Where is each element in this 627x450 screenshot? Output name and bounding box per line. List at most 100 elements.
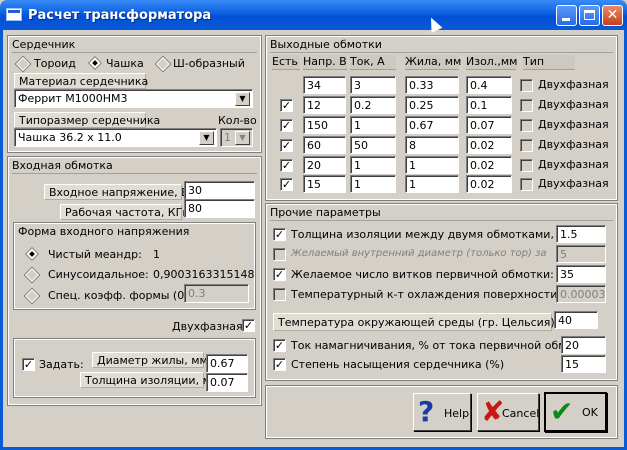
- row-4-checkbox[interactable]: ✓: [280, 139, 293, 152]
- twophase-checkbox[interactable]: ✓: [242, 319, 255, 332]
- wf-sine-value: 0,9003163315148: [153, 268, 255, 281]
- cancel-button[interactable]: ✘ Cancel: [477, 393, 539, 431]
- inner-diam-input[interactable]: 5: [556, 245, 606, 263]
- chevron-down-icon[interactable]: ▼: [199, 131, 214, 145]
- row-2-current[interactable]: 0.2: [350, 96, 396, 114]
- insul-between-checkbox[interactable]: ✓: [273, 228, 286, 241]
- row-1-wire[interactable]: 0.33: [405, 76, 459, 94]
- material-select[interactable]: Феррит М1000НМ3 ▼: [14, 89, 253, 108]
- insul-between-input[interactable]: 1.5: [556, 225, 606, 243]
- ambient-input[interactable]: 40: [554, 311, 598, 329]
- close-button[interactable]: ✕: [602, 5, 623, 26]
- mag-current-checkbox[interactable]: ✓: [273, 339, 286, 352]
- row-1-current[interactable]: 3: [350, 76, 396, 94]
- saturation-label: Степень насыщения сердечника (%): [291, 358, 505, 371]
- row-5-wire[interactable]: 1: [405, 156, 459, 174]
- row-6-insul[interactable]: 0.02: [466, 175, 512, 193]
- size-label: Типоразмер сердечника: [14, 112, 160, 128]
- col-header-wire: Жила, мм: [405, 55, 462, 70]
- row-2-checkbox[interactable]: ✓: [280, 99, 293, 112]
- help-button[interactable]: ? Help: [413, 393, 471, 431]
- freq-input[interactable]: 80: [184, 199, 255, 218]
- row-6-wire[interactable]: 1: [405, 175, 459, 193]
- size-value: Чашка 36.2 x 11.0: [18, 131, 122, 144]
- voltage-input[interactable]: 30: [184, 181, 255, 200]
- maximize-button[interactable]: [579, 5, 600, 26]
- checkmark-icon: ✔: [550, 395, 574, 428]
- temp-coef-label: Температурный к-т охлаждения поверхности: [291, 288, 558, 301]
- row-2-voltage[interactable]: 12: [303, 96, 346, 114]
- row-3-type-checkbox[interactable]: [520, 119, 533, 132]
- cancel-button-label: Cancel: [502, 407, 540, 420]
- count-label: Кол-во: [218, 114, 257, 127]
- insul-label: Толщина изоляции, мм: [80, 372, 219, 388]
- chevron-down-icon[interactable]: ▼: [235, 131, 250, 145]
- row-5-current[interactable]: 1: [350, 156, 396, 174]
- wire-input[interactable]: 0.67: [206, 354, 248, 373]
- row-3-type-label: Двухфазная: [538, 118, 609, 131]
- row-3-insul[interactable]: 0.07: [466, 116, 512, 134]
- minimize-button[interactable]: [556, 5, 577, 26]
- saturation-input[interactable]: 15: [561, 355, 606, 373]
- turns-input[interactable]: 35: [556, 265, 606, 283]
- mag-current-label: Ток намагничивания, % от тока первичной …: [291, 339, 594, 352]
- voltage-label: Входное напряжение, В: [44, 184, 189, 200]
- inner-diam-checkbox[interactable]: [273, 248, 286, 261]
- col-header-current: Ток, А: [350, 55, 396, 70]
- row-4-type-checkbox[interactable]: [520, 139, 533, 152]
- col-header-voltage: Напр. В: [303, 55, 347, 70]
- row-6-type-checkbox[interactable]: [520, 178, 533, 191]
- row-1-voltage[interactable]: 34: [303, 76, 346, 94]
- radio-toroid-label: Тороид: [34, 57, 76, 70]
- turns-checkbox[interactable]: ✓: [273, 268, 286, 281]
- temp-coef-checkbox[interactable]: [273, 288, 286, 301]
- row-5-insul[interactable]: 0.02: [466, 156, 512, 174]
- row-4-insul[interactable]: 0.02: [466, 136, 512, 154]
- mag-current-input[interactable]: 20: [561, 336, 606, 354]
- output-panel-title: Выходные обмотки: [270, 38, 613, 53]
- set-label: Задать:: [39, 358, 84, 371]
- wf-square-value: 1: [153, 248, 160, 261]
- row-6-current[interactable]: 1: [350, 175, 396, 193]
- count-select[interactable]: 1 ▼: [220, 128, 253, 147]
- insul-input[interactable]: 0.07: [206, 373, 248, 392]
- col-header-insul: Изол.,мм: [466, 55, 518, 70]
- twophase-label: Двухфазная: [172, 320, 243, 333]
- help-button-label: Help: [444, 407, 470, 420]
- row-1-type-label: Двухфазная: [538, 78, 609, 91]
- row-2-wire[interactable]: 0.25: [405, 96, 459, 114]
- count-value: 1: [224, 131, 231, 144]
- row-3-voltage[interactable]: 150: [303, 116, 346, 134]
- ok-button[interactable]: ✔ OK: [544, 392, 607, 432]
- row-1-insul[interactable]: 0.4: [466, 76, 512, 94]
- wf-spec-input[interactable]: 0.3: [184, 284, 249, 303]
- row-5-type-checkbox[interactable]: [520, 159, 533, 172]
- chevron-down-icon[interactable]: ▼: [235, 92, 250, 106]
- other-panel-title: Прочие параметры: [270, 206, 613, 221]
- row-4-wire[interactable]: 8: [405, 136, 459, 154]
- row-4-current[interactable]: 50: [350, 136, 396, 154]
- row-3-wire[interactable]: 0.67: [405, 116, 459, 134]
- set-checkbox[interactable]: ✓: [22, 358, 35, 371]
- waveform-label: Форма входного напряжения: [18, 225, 190, 238]
- row-6-voltage[interactable]: 15: [303, 175, 346, 193]
- cancel-x-icon: ✘: [481, 395, 505, 428]
- row-2-insul[interactable]: 0.1: [466, 96, 512, 114]
- row-3-current[interactable]: 1: [350, 116, 396, 134]
- material-label: Материал сердечника: [14, 73, 148, 89]
- size-select[interactable]: Чашка 36.2 x 11.0 ▼: [14, 128, 217, 147]
- row-5-voltage[interactable]: 20: [303, 156, 346, 174]
- input-panel-title: Входная обмотка: [12, 159, 257, 174]
- row-5-checkbox[interactable]: ✓: [280, 159, 293, 172]
- saturation-checkbox[interactable]: ✓: [273, 358, 286, 371]
- temp-coef-input[interactable]: 0.00003: [556, 285, 606, 303]
- row-1-type-checkbox[interactable]: [520, 79, 533, 92]
- row-1-checkbox[interactable]: [280, 79, 293, 92]
- wf-square-label: Чистый меандр:: [48, 248, 142, 261]
- row-2-type-checkbox[interactable]: [520, 99, 533, 112]
- row-4-type-label: Двухфазная: [538, 138, 609, 151]
- row-6-type-label: Двухфазная: [538, 177, 609, 190]
- row-6-checkbox[interactable]: ✓: [280, 178, 293, 191]
- row-3-checkbox[interactable]: ✓: [280, 119, 293, 132]
- row-4-voltage[interactable]: 60: [303, 136, 346, 154]
